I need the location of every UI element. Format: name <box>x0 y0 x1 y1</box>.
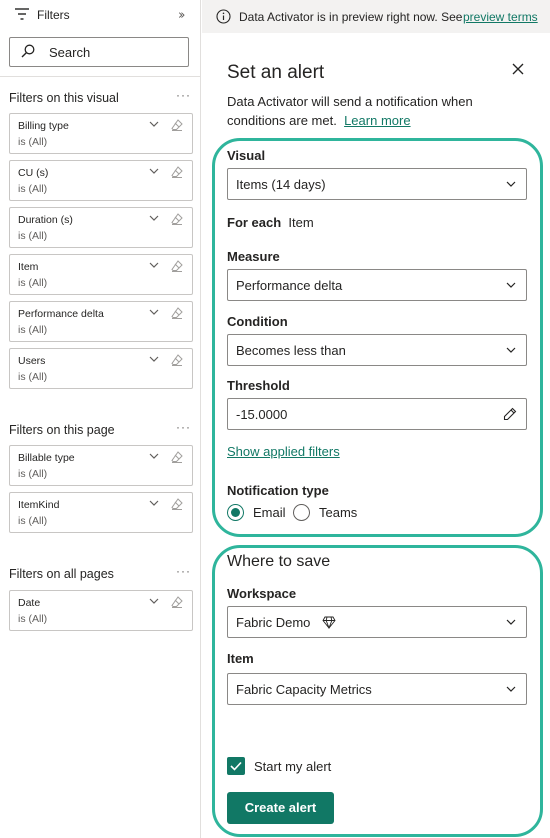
filter-card-name: Billing type <box>18 120 69 132</box>
filter-card[interactable]: Users is (All) <box>9 348 193 389</box>
filters-pane: Filters ›› Search Filters on this visual… <box>0 0 201 838</box>
highlight-outline <box>212 545 543 837</box>
clear-filter-icon[interactable] <box>171 213 183 225</box>
filter-card[interactable]: Billable type is (All) <box>9 445 193 486</box>
chevron-down-icon[interactable] <box>149 499 159 507</box>
chevron-down-icon[interactable] <box>149 355 159 363</box>
filter-card[interactable]: Billing type is (All) <box>9 113 193 154</box>
clear-filter-icon[interactable] <box>171 119 183 131</box>
search-placeholder: Search <box>49 45 91 60</box>
filters-search-input[interactable]: Search <box>9 37 189 67</box>
filter-card[interactable]: Item is (All) <box>9 254 193 295</box>
filter-card-value: is (All) <box>18 613 48 625</box>
clear-filter-icon[interactable] <box>171 451 183 463</box>
filter-card-value: is (All) <box>18 515 48 527</box>
more-options-icon[interactable]: ··· <box>176 420 191 434</box>
filter-card-value: is (All) <box>18 230 48 242</box>
more-options-icon[interactable]: ··· <box>176 88 191 102</box>
close-icon[interactable] <box>511 62 525 76</box>
filter-icon <box>15 8 29 20</box>
banner-text: Data Activator is in preview right now. … <box>239 10 463 24</box>
section-title-visual: Filters on this visual <box>9 91 119 105</box>
filter-card-value: is (All) <box>18 183 48 195</box>
search-icon <box>21 44 35 58</box>
clear-filter-icon[interactable] <box>171 166 183 178</box>
chevron-down-icon[interactable] <box>149 597 159 605</box>
chevron-down-icon[interactable] <box>149 167 159 175</box>
learn-more-link[interactable]: Learn more <box>344 113 410 128</box>
divider <box>0 76 201 77</box>
filters-title: Filters <box>37 8 70 22</box>
preview-terms-link[interactable]: preview terms <box>463 10 538 24</box>
panel-title: Set an alert <box>227 62 325 83</box>
filter-card[interactable]: Duration (s) is (All) <box>9 207 193 248</box>
clear-filter-icon[interactable] <box>171 260 183 272</box>
filter-card[interactable]: Date is (All) <box>9 590 193 631</box>
highlight-outline <box>212 138 543 537</box>
clear-filter-icon[interactable] <box>171 596 183 608</box>
preview-banner: Data Activator is in preview right now. … <box>202 0 550 33</box>
panel-description: Data Activator will send a notification … <box>227 92 527 130</box>
filter-card[interactable]: ItemKind is (All) <box>9 492 193 533</box>
double-chevron-right-icon[interactable]: ›› <box>178 8 186 23</box>
clear-filter-icon[interactable] <box>171 498 183 510</box>
more-options-icon[interactable]: ··· <box>176 564 191 578</box>
filter-card-name: CU (s) <box>18 167 49 179</box>
filter-card-name: Item <box>18 261 39 273</box>
section-title-all-pages: Filters on all pages <box>9 567 114 581</box>
filter-card-name: ItemKind <box>18 499 60 511</box>
filter-card-value: is (All) <box>18 136 48 148</box>
clear-filter-icon[interactable] <box>171 307 183 319</box>
filter-card-name: Users <box>18 355 46 367</box>
chevron-down-icon[interactable] <box>149 214 159 222</box>
filter-card[interactable]: CU (s) is (All) <box>9 160 193 201</box>
filter-card-name: Billable type <box>18 452 75 464</box>
chevron-down-icon[interactable] <box>149 308 159 316</box>
filter-card-value: is (All) <box>18 468 48 480</box>
filter-card-name: Duration (s) <box>18 214 73 226</box>
chevron-down-icon[interactable] <box>149 452 159 460</box>
filters-header: Filters ›› <box>0 0 201 30</box>
filter-card-name: Performance delta <box>18 308 104 320</box>
filter-card-value: is (All) <box>18 324 48 336</box>
filter-card-value: is (All) <box>18 371 48 383</box>
filter-card-value: is (All) <box>18 277 48 289</box>
filter-card-name: Date <box>18 597 41 609</box>
chevron-down-icon[interactable] <box>149 261 159 269</box>
chevron-down-icon[interactable] <box>149 120 159 128</box>
info-icon <box>216 9 231 24</box>
section-title-page: Filters on this page <box>9 423 115 437</box>
clear-filter-icon[interactable] <box>171 354 183 366</box>
filter-card[interactable]: Performance delta is (All) <box>9 301 193 342</box>
